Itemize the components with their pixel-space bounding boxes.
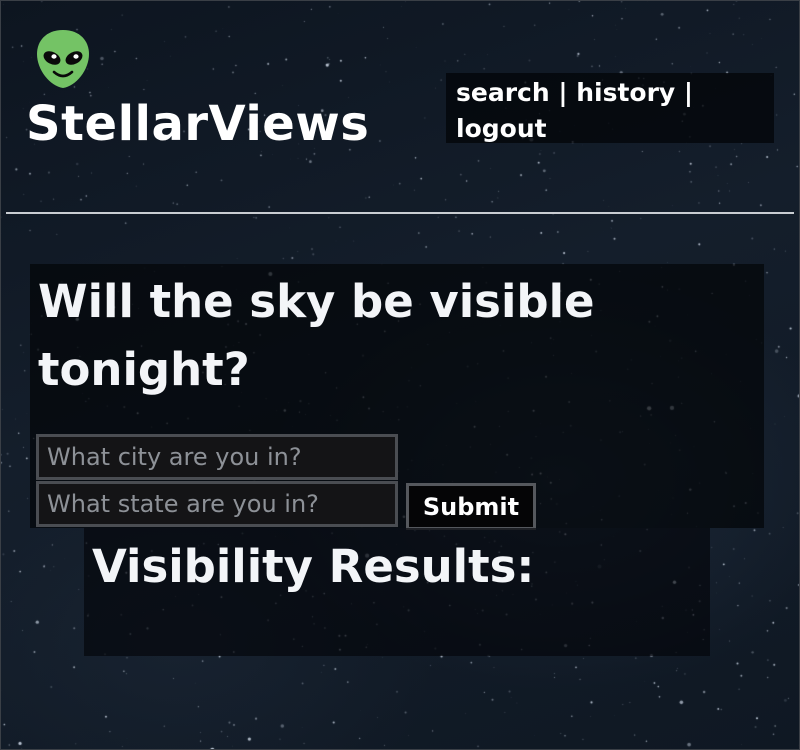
state-input[interactable] <box>36 481 398 527</box>
results-heading: Visibility Results: <box>92 540 535 593</box>
nav-separator: | <box>675 78 694 107</box>
header-divider <box>6 212 794 214</box>
nav-link-logout[interactable]: logout <box>456 114 547 143</box>
nav-separator: | <box>549 78 577 107</box>
nav-link-search[interactable]: search <box>456 78 550 107</box>
hero-heading: Will the sky be visible tonight? <box>38 275 595 396</box>
nav-link-history[interactable]: history <box>576 78 675 107</box>
alien-head-icon[interactable] <box>34 28 92 90</box>
submit-button[interactable]: Submit <box>406 483 536 530</box>
top-nav: search | history | logout <box>446 73 774 143</box>
brand-title: StellarViews <box>26 96 370 152</box>
city-input[interactable] <box>36 434 398 480</box>
